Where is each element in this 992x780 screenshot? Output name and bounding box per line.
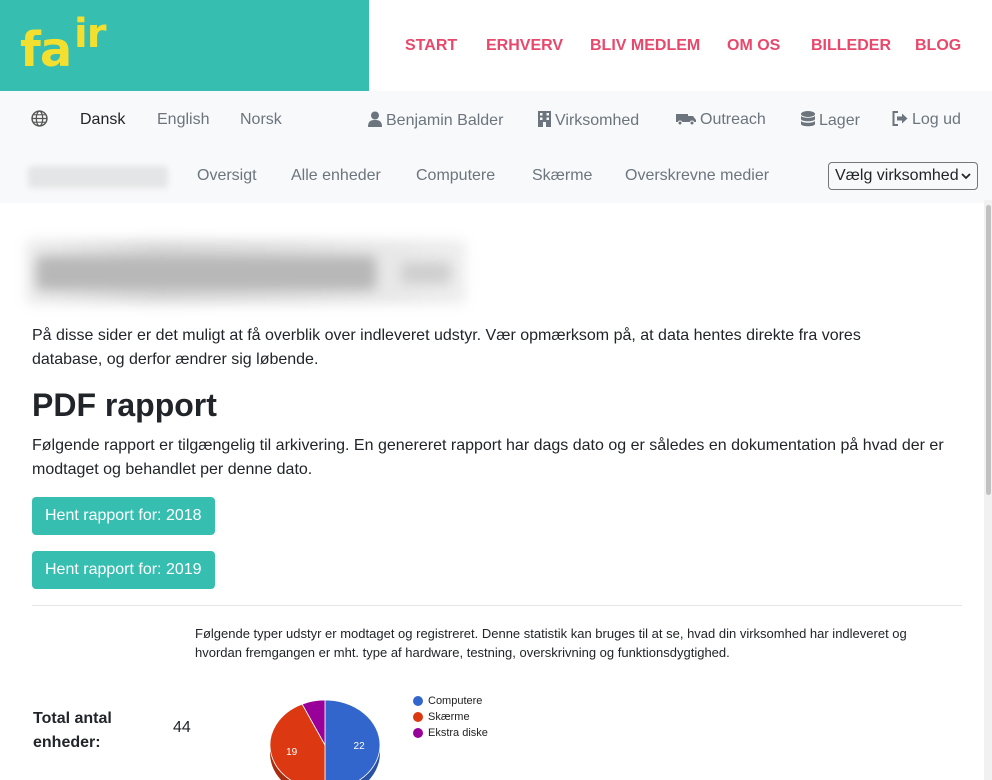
pie-slice-computere[interactable]	[324, 699, 381, 780]
stats-description: Følgende typer udstyr er modtaget og reg…	[195, 626, 907, 660]
lang-norsk[interactable]: Norsk	[240, 111, 282, 129]
lang-dansk[interactable]: Dansk	[80, 111, 125, 129]
pdf-heading: PDF rapport	[32, 387, 217, 423]
company-menu-label: Virksomhed	[555, 112, 640, 129]
logo-text-ir: ir	[74, 11, 106, 57]
total-label-text: Total antal enheder:	[33, 710, 112, 751]
lang-english[interactable]: English	[157, 111, 209, 129]
logo-text-fa: fa	[20, 22, 72, 78]
legend-item-computere[interactable]: Computere	[413, 693, 488, 709]
logo[interactable]: fa ir	[0, 0, 369, 91]
company-select-value: Vælg virksomhed	[835, 167, 959, 184]
tab-oversigt[interactable]: Oversigt	[197, 167, 257, 185]
building-icon	[538, 111, 551, 132]
lager-label: Lager	[819, 112, 860, 129]
main-nav: START ERHVERV BLIV MEDLEM OM OS BILLEDER…	[369, 0, 992, 91]
legend-item-ekstra-diske[interactable]: Ekstra diske	[413, 725, 488, 741]
nav-blog[interactable]: BLOG	[915, 37, 961, 55]
legend-label: Skærme	[428, 711, 470, 723]
company-select[interactable]: Vælg virksomhed	[828, 162, 978, 190]
report-2019-button[interactable]: Hent rapport for: 2019	[32, 551, 215, 589]
pie-label-computere: 22	[354, 741, 366, 752]
legend-swatch	[413, 696, 423, 706]
tab-overskrevne-medier[interactable]: Overskrevne medier	[625, 167, 769, 185]
tab-computere[interactable]: Computere	[416, 167, 495, 185]
nav-billeder[interactable]: BILLEDER	[811, 37, 891, 55]
database-icon	[801, 111, 815, 132]
legend-item-skærme[interactable]: Skærme	[413, 709, 488, 725]
tab-skaerme[interactable]: Skærme	[532, 167, 592, 185]
pdf-text: Følgende rapport er tilgængelig til arki…	[32, 437, 944, 478]
truck-icon	[676, 112, 696, 131]
intro-text: På disse sider er det muligt at få overb…	[32, 327, 861, 368]
nav-om-os[interactable]: OM OS	[727, 37, 780, 55]
tab-alle-enheder[interactable]: Alle enheder	[291, 167, 381, 185]
chevron-down-icon	[961, 169, 971, 183]
nav-bliv-medlem[interactable]: BLIV MEDLEM	[590, 37, 700, 55]
total-label: Total antal enheder:	[33, 707, 143, 755]
logout-link[interactable]: Log ud	[892, 111, 961, 131]
legend-label: Computere	[428, 695, 483, 707]
outreach-label: Outreach	[700, 111, 766, 128]
chart-legend: Computere Skærme Ekstra diske	[413, 693, 488, 741]
legend-swatch	[413, 728, 423, 738]
sign-out-icon	[892, 111, 908, 131]
globe-icon	[31, 110, 48, 132]
report-2018-button[interactable]: Hent rapport for: 2018	[32, 497, 215, 535]
equipment-pie-chart: 22 19	[269, 699, 381, 780]
blurred-company-title	[26, 240, 466, 304]
legend-label: Ekstra diske	[428, 727, 488, 739]
nav-start[interactable]: START	[405, 37, 457, 55]
total-value: 44	[173, 719, 191, 736]
divider	[32, 605, 962, 606]
company-menu[interactable]: Virksomhed	[538, 111, 639, 132]
blurred-company-name	[28, 166, 168, 188]
scrollbar-thumb[interactable]	[986, 205, 991, 495]
pie-label-skærme: 19	[286, 747, 298, 758]
legend-swatch	[413, 712, 423, 722]
user-name: Benjamin Balder	[386, 112, 504, 129]
account-bar: Dansk English Norsk Benjamin Balder Virk…	[0, 91, 992, 203]
user-icon	[368, 111, 382, 132]
lager-menu[interactable]: Lager	[801, 111, 860, 132]
outreach-menu[interactable]: Outreach	[676, 111, 766, 131]
site-header: fa ir START ERHVERV BLIV MEDLEM OM OS BI…	[0, 0, 992, 91]
logout-label: Log ud	[912, 111, 961, 128]
user-menu[interactable]: Benjamin Balder	[368, 111, 503, 132]
nav-erhverv[interactable]: ERHVERV	[486, 37, 563, 55]
